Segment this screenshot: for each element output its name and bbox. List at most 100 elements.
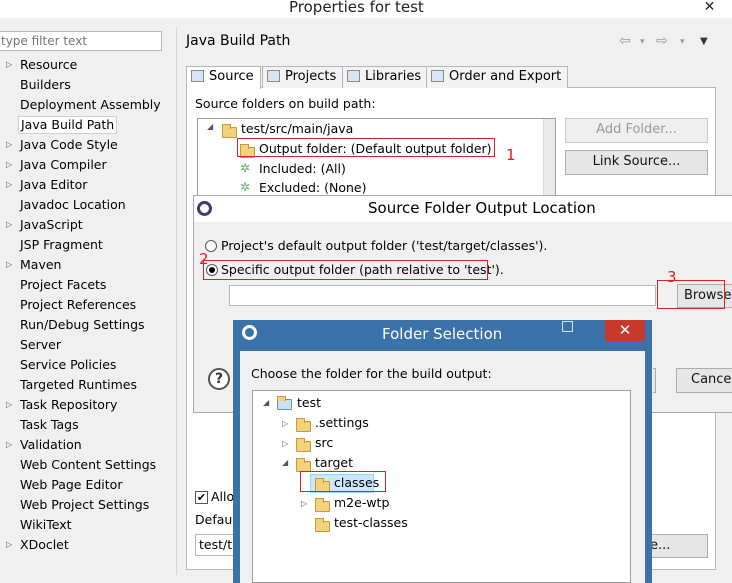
folder-test-classes[interactable]: test-classes	[334, 514, 408, 532]
nav-expand-chevron-icon[interactable]: ▷	[6, 136, 12, 154]
window-close-icon[interactable]: ✕	[687, 0, 732, 14]
folder-src[interactable]: src	[315, 434, 333, 452]
filter-input[interactable]	[0, 31, 162, 51]
projects-tab-icon	[267, 70, 280, 82]
output-dialog-title: Source Folder Output Location	[368, 199, 596, 217]
link-source-button[interactable]: Link Source...	[565, 150, 708, 175]
nav-item-java-compiler[interactable]: Java Compiler	[20, 156, 107, 174]
expand-chevron-icon[interactable]: ◢	[263, 398, 269, 407]
excluded-filter-icon: ✲	[240, 180, 251, 194]
included-item[interactable]: Included: (All)	[259, 160, 346, 178]
annotation-box-2	[203, 260, 488, 280]
nav-item-project-references[interactable]: Project References	[20, 296, 136, 314]
libraries-tab-icon	[347, 70, 360, 82]
nav-item-server[interactable]: Server	[20, 336, 61, 354]
annotation-number-3: 3	[667, 268, 677, 286]
nav-item-run-debug-settings[interactable]: Run/Debug Settings	[20, 316, 145, 334]
forward-icon[interactable]: ⇨	[656, 33, 668, 49]
page-title: Java Build Path	[186, 33, 291, 49]
folder-test[interactable]: test	[297, 394, 321, 412]
folder-m2e-wtp[interactable]: m2e-wtp	[334, 494, 389, 512]
nav-item-javascript[interactable]: JavaScript	[20, 216, 83, 234]
help-icon[interactable]: ?	[208, 368, 230, 390]
project-folder-icon	[277, 396, 292, 410]
window-title: Properties for test	[289, 0, 424, 16]
folder-target[interactable]: target	[315, 454, 353, 472]
window-title-bar: Properties for test	[0, 0, 732, 18]
cancel-button[interactable]: Cancel	[676, 368, 732, 393]
nav-item-maven[interactable]: Maven	[20, 256, 61, 274]
tab-projects[interactable]: Projects	[262, 66, 344, 88]
nav-expand-chevron-icon[interactable]: ▷	[6, 536, 12, 554]
nav-item-service-policies[interactable]: Service Policies	[20, 356, 116, 374]
nav-expand-chevron-icon[interactable]: ▷	[6, 156, 12, 174]
included-filter-icon: ✲	[240, 161, 251, 175]
default-output-field[interactable]: test/ta	[195, 534, 235, 556]
nav-expand-chevron-icon[interactable]: ▷	[6, 436, 12, 454]
source-root-item[interactable]: test/src/main/java	[241, 120, 353, 138]
folder-dialog-gear-icon	[242, 325, 257, 340]
nav-item-javadoc-location[interactable]: Javadoc Location	[20, 196, 126, 214]
annotation-number-1: 1	[506, 146, 516, 164]
maximize-icon[interactable]: □	[561, 318, 574, 334]
expand-chevron-icon[interactable]: ◢	[207, 122, 213, 131]
folder-icon	[296, 438, 311, 452]
annotation-number-2: 2	[199, 250, 209, 268]
collapsed-chevron-icon[interactable]: ▷	[301, 499, 307, 508]
nav-item-validation[interactable]: Validation	[20, 436, 82, 454]
nav-item-java-editor[interactable]: Java Editor	[20, 176, 87, 194]
eclipse-gear-icon	[197, 201, 212, 216]
nav-item-project-facets[interactable]: Project Facets	[20, 276, 106, 294]
nav-item-task-repository[interactable]: Task Repository	[20, 396, 117, 414]
forward-menu-chevron-icon[interactable]: ▾	[680, 37, 685, 47]
add-folder-button[interactable]: Add Folder...	[565, 118, 708, 143]
back-icon[interactable]: ⇦	[619, 33, 631, 49]
nav-expand-chevron-icon[interactable]: ▷	[6, 256, 12, 274]
expand-chevron-icon[interactable]: ◢	[282, 458, 288, 467]
nav-item-web-page-editor[interactable]: Web Page Editor	[20, 476, 122, 494]
tab-order-export[interactable]: Order and Export	[426, 66, 569, 88]
folder-icon	[315, 498, 330, 512]
nav-item-deployment-assembly[interactable]: Deployment Assembly	[20, 96, 161, 114]
nav-item-web-content-settings[interactable]: Web Content Settings	[20, 456, 156, 474]
package-folder-icon	[222, 124, 237, 138]
output-path-input[interactable]	[229, 285, 656, 306]
nav-expand-chevron-icon[interactable]: ▷	[6, 216, 12, 234]
collapsed-chevron-icon[interactable]: ▷	[282, 439, 288, 448]
folder-icon	[315, 518, 330, 532]
nav-item-jsp-fragment[interactable]: JSP Fragment	[20, 236, 103, 254]
back-menu-chevron-icon[interactable]: ▾	[640, 37, 645, 47]
nav-expand-chevron-icon[interactable]: ▷	[6, 396, 12, 414]
source-folders-label: Source folders on build path:	[195, 96, 376, 111]
default-output-label: Defaul	[195, 512, 236, 527]
nav-item-wikitext[interactable]: WikiText	[20, 516, 72, 534]
nav-item-resource[interactable]: Resource	[20, 56, 77, 74]
allow-output-checkbox[interactable]: ✔	[195, 491, 208, 504]
nav-item-java-build-path[interactable]: Java Build Path	[18, 116, 118, 134]
nav-item-java-code-style[interactable]: Java Code Style	[20, 136, 118, 154]
excluded-item[interactable]: Excluded: (None)	[259, 179, 366, 195]
nav-item-xdoclet[interactable]: XDoclet	[20, 536, 69, 554]
source-tree-scrollbar[interactable]	[543, 119, 555, 195]
view-menu-icon[interactable]: ▼	[700, 36, 708, 47]
hidden-ok-button-edge	[653, 368, 656, 393]
nav-item-builders[interactable]: Builders	[20, 76, 71, 94]
nav-item-web-project-settings[interactable]: Web Project Settings	[20, 496, 149, 514]
nav-expand-chevron-icon[interactable]: ▷	[6, 176, 12, 194]
tab-source[interactable]: Source	[186, 66, 261, 89]
nav-item-targeted-runtimes[interactable]: Targeted Runtimes	[20, 376, 137, 394]
tab-libraries[interactable]: Libraries	[342, 66, 429, 88]
folder-dialog-close-icon[interactable]: ✕	[605, 320, 645, 341]
folder-dialog-title: Folder Selection	[382, 325, 503, 343]
default-output-option-label[interactable]: Project's default output folder ('test/t…	[221, 238, 547, 253]
folder-prompt: Choose the folder for the build output:	[251, 366, 492, 381]
nav-expand-chevron-icon[interactable]: ▷	[6, 56, 12, 74]
nav-item-task-tags[interactable]: Task Tags	[20, 416, 79, 434]
annotation-box-classes	[300, 471, 386, 492]
collapsed-chevron-icon[interactable]: ▷	[282, 419, 288, 428]
folder-settings[interactable]: .settings	[315, 414, 369, 432]
output-dialog-title-bar: Source Folder Output Location	[194, 196, 732, 222]
source-tab-icon	[191, 70, 204, 82]
default-output-browse-button[interactable]: e...	[645, 534, 708, 558]
source-folder-tree[interactable]: ◢ test/src/main/java Output folder: (Def…	[197, 118, 556, 196]
